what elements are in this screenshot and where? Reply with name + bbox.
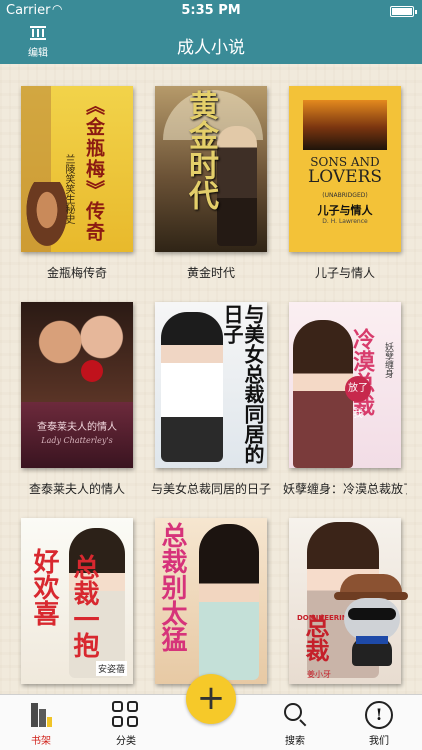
- cover-title-text: 总裁: [301, 614, 330, 662]
- book-item[interactable]: 《金瓶梅》传奇 兰陵笑笑生秘史 金瓶梅传奇: [21, 86, 133, 281]
- book-item[interactable]: 查泰莱夫人的情人 Lady Chatterley's 查泰莱夫人的情人: [21, 302, 133, 497]
- cover-title-text: 好欢喜: [29, 548, 59, 626]
- tab-bookshelf[interactable]: 书架: [6, 695, 76, 750]
- cover-edition-text: (UNABRIDGED): [322, 192, 368, 199]
- battery-icon: [390, 6, 417, 17]
- cover-badge: 放了我: [345, 376, 371, 420]
- book-cover[interactable]: 冷漠总裁 妖孽缠身 放了我: [289, 302, 401, 468]
- page-title: 成人小说: [177, 38, 245, 58]
- cover-title-text: 《金瓶梅》传奇: [83, 96, 105, 243]
- book-item[interactable]: 与美女总裁同居的日子 与美女总裁同居的日子: [151, 302, 271, 497]
- tab-label: 分类: [116, 736, 136, 747]
- info-icon: !: [365, 701, 393, 729]
- cover-chinese-title: 儿子与情人: [317, 204, 373, 217]
- book-title: 查泰莱夫人的情人: [28, 482, 125, 496]
- cover-author: D. H. Lawrence: [322, 218, 368, 225]
- book-title: 与美女总裁同居的日子: [150, 482, 271, 496]
- status-bar: Carrier ◠ 5:35 PM: [0, 0, 422, 22]
- cover-english-text: Lady Chatterley's: [41, 436, 113, 445]
- book-cover[interactable]: 好欢喜 总裁一抱 安姿蓓: [21, 518, 133, 684]
- book-title: 妖孽缠身：冷漠总裁放了我: [283, 482, 407, 496]
- cover-title-text: 总裁别太猛: [157, 522, 187, 652]
- cover-subtitle-text: 兰陵笑笑生秘史: [63, 154, 74, 224]
- status-time: 5:35 PM: [181, 3, 241, 18]
- cover-title-text: 黄金时代: [183, 90, 218, 210]
- book-cover[interactable]: SONS AND LOVERS (UNABRIDGED) 儿子与情人 D. H.…: [289, 86, 401, 252]
- book-title: 黄金时代: [186, 266, 235, 280]
- tab-label: 搜索: [285, 736, 305, 747]
- cover-title-text: 与美女总裁同居的日子: [220, 304, 265, 464]
- navigation-bar: Carrier ◠ 5:35 PM 编辑 成人小说: [0, 0, 422, 64]
- tab-label: 书架: [31, 736, 51, 747]
- cover-author: 安姿蓓: [95, 661, 127, 676]
- tab-label: 我们: [369, 736, 389, 747]
- cover-author: 姜小牙: [307, 670, 331, 679]
- book-item[interactable]: 总裁别太猛: [155, 518, 267, 684]
- book-item[interactable]: SONS AND LOVERS (UNABRIDGED) 儿子与情人 D. H.…: [289, 86, 401, 281]
- bookshelf-icon: [27, 701, 55, 729]
- cover-title-text: SONS AND LOVERS: [307, 155, 383, 187]
- add-button[interactable]: +: [186, 674, 236, 724]
- book-cover[interactable]: 黄金时代: [155, 86, 267, 252]
- category-grid-icon: [112, 701, 140, 729]
- book-title: 儿子与情人: [314, 266, 375, 280]
- tab-about[interactable]: ! 我们: [344, 695, 414, 750]
- book-item[interactable]: 好欢喜 总裁一抱 安姿蓓: [21, 518, 133, 684]
- book-item[interactable]: 冷漠总裁 妖孽缠身 放了我 妖孽缠身：冷漠总裁放了我: [283, 302, 407, 497]
- cover-title-text: 冷漠总裁: [349, 328, 375, 416]
- cover-title-text: 查泰莱夫人的情人: [37, 422, 117, 433]
- book-cover[interactable]: 与美女总裁同居的日子: [155, 302, 267, 468]
- book-title: 金瓶梅传奇: [46, 266, 107, 280]
- cover-title-text-2: 总裁一抱: [69, 554, 99, 658]
- book-cover[interactable]: 总裁别太猛: [155, 518, 267, 684]
- search-icon: [281, 701, 309, 729]
- book-cover[interactable]: 查泰莱夫人的情人 Lady Chatterley's: [21, 302, 133, 468]
- cat-mascot-icon[interactable]: [334, 574, 408, 666]
- book-cover[interactable]: 《金瓶梅》传奇 兰陵笑笑生秘史: [21, 86, 133, 252]
- tab-search[interactable]: 搜索: [260, 695, 330, 750]
- book-item[interactable]: 黄金时代 黄金时代: [155, 86, 267, 281]
- tab-category[interactable]: 分类: [91, 695, 161, 750]
- cover-side-text: 妖孽缠身: [383, 342, 393, 378]
